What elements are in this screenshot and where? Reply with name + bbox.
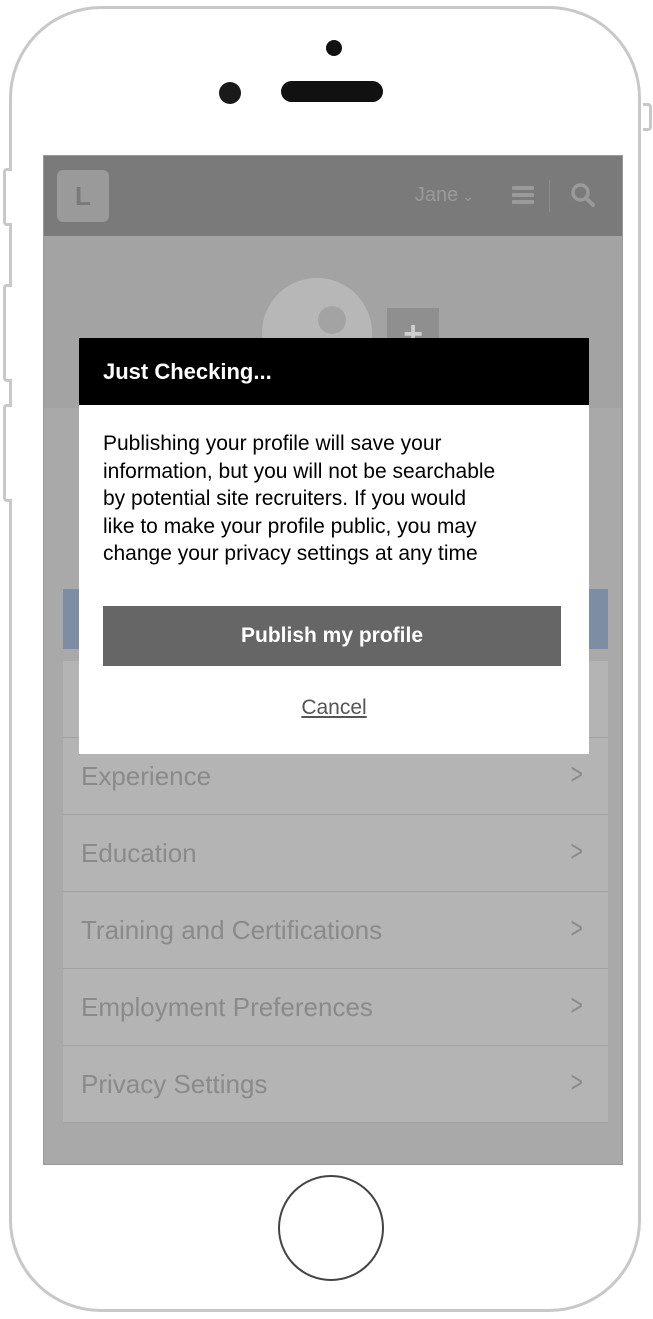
- user-name: Jane: [414, 184, 459, 206]
- dialog-message-line: change your privacy settings at any time: [103, 542, 478, 565]
- list-item-label: Employment Preferences: [81, 992, 373, 1022]
- chevron-right-icon: >: [571, 912, 584, 945]
- dialog-title: Just Checking...: [79, 338, 589, 405]
- dialog-message-line: information, but you will not be searcha…: [103, 459, 496, 483]
- chevron-right-icon: >: [571, 758, 584, 791]
- volume-up-button: [3, 284, 12, 382]
- dialog-message-line: Publishing your profile will save your: [103, 432, 442, 455]
- chevron-right-icon: >: [571, 835, 584, 868]
- chevron-right-icon: >: [571, 989, 584, 1022]
- cancel-link[interactable]: Cancel: [79, 696, 589, 720]
- earpiece-speaker: [281, 81, 383, 102]
- chevron-down-icon: ⌄: [462, 188, 474, 204]
- list-item-employment-preferences[interactable]: Employment Preferences >: [63, 969, 608, 1046]
- home-button[interactable]: [278, 1175, 384, 1281]
- dialog-message-line: by potential site recruiters. If you wou…: [103, 487, 467, 510]
- app-logo[interactable]: L: [57, 170, 109, 222]
- list-item-education[interactable]: Education >: [63, 815, 608, 892]
- list-item-label: Privacy Settings: [81, 1069, 268, 1099]
- dialog-message: Publishing your profile will save your i…: [103, 430, 569, 568]
- list-item-label: Education: [81, 838, 197, 868]
- hamburger-icon[interactable]: [512, 186, 534, 204]
- dialog-message-line: like to make your profile public, you ma…: [103, 514, 477, 538]
- nav-divider: [549, 180, 550, 212]
- user-menu[interactable]: Jane ⌄: [415, 184, 474, 207]
- list-item-privacy-settings[interactable]: Privacy Settings >: [63, 1046, 608, 1123]
- chevron-right-icon: >: [571, 1066, 584, 1099]
- front-camera: [219, 82, 241, 104]
- list-item-label: Training and Certifications: [81, 915, 383, 945]
- proximity-sensor: [326, 40, 342, 56]
- top-navigation-bar: L Jane ⌄: [44, 156, 622, 236]
- list-item-training[interactable]: Training and Certifications >: [63, 892, 608, 969]
- volume-down-button: [3, 404, 12, 502]
- list-item-label: Experience: [81, 761, 212, 791]
- confirm-publish-dialog: Just Checking... Publishing your profile…: [79, 338, 589, 754]
- search-icon[interactable]: [570, 182, 596, 208]
- power-button: [643, 103, 652, 131]
- mute-switch: [3, 168, 12, 226]
- publish-profile-button[interactable]: Publish my profile: [103, 606, 561, 666]
